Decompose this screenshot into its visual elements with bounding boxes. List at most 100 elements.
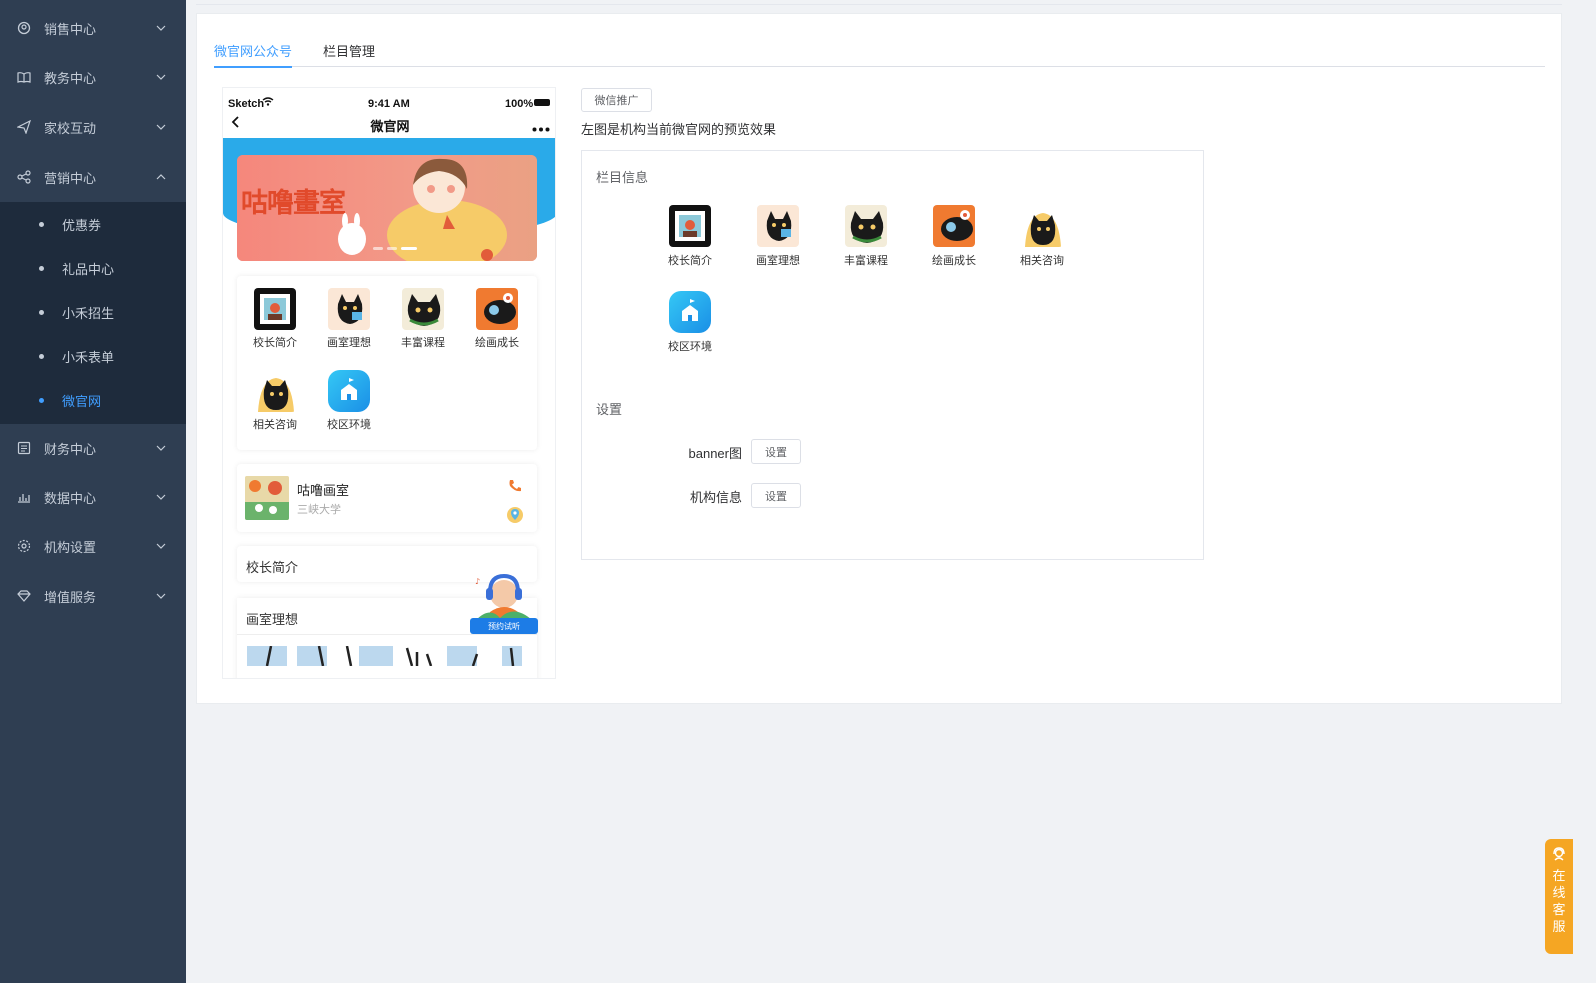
grid-item-growth[interactable]: 绘画成长 [467,288,527,350]
grid-label: 丰富课程 [401,337,445,349]
submenu-enroll-label: 小禾招生 [62,305,115,321]
cat-growth-icon [476,288,518,330]
column-item-consult[interactable]: 相关咨询 [1012,205,1072,268]
cat-courses-icon [845,205,887,247]
submenu-gift[interactable]: 礼品中心 [0,246,186,290]
org-setting-button[interactable]: 设置 [751,483,801,508]
service-char: 客 [1552,902,1566,917]
submenu-enroll[interactable]: 小禾招生 [0,290,186,334]
column-item-principal[interactable]: 校长简介 [660,205,720,268]
column-item-ideal[interactable]: 画室理想 [748,205,808,268]
cat-consult-icon [254,370,296,412]
cat-consult-icon [1021,205,1063,247]
principal-thumb-icon [254,288,296,330]
phone-navbar: 微官网 [223,110,555,136]
wechat-promo-button[interactable]: 微信推广 [581,88,652,112]
online-service-button[interactable]: 在 线 客 服 [1545,839,1573,954]
submenu-microsite-label: 微官网 [62,393,102,409]
menu-value-added[interactable]: 增值服务 [0,571,186,621]
wifi-icon [262,97,274,109]
battery-label: 100% [505,98,534,110]
section-image-icon [247,646,522,666]
submenu-microsite[interactable]: 微官网 [0,378,186,422]
menu-org-settings[interactable]: 机构设置 [0,521,186,571]
nav-title: 微官网 [370,119,410,134]
grid-item-principal[interactable]: 校长简介 [245,288,305,350]
phone-preview: Sketch 9:41 AM 100% 微官网 咕噜畫室 校长简介 画室理想 丰… [222,87,556,679]
banner-image[interactable]: 咕噜畫室 [237,155,537,261]
column-grid: 校长简介 画室理想 丰富课程 绘画成长 相关咨询 校区环境 [237,276,537,450]
tab-bar: 微官网公众号 栏目管理 [214,38,1545,68]
chevron-down-icon [156,541,166,551]
menu-sales[interactable]: 销售中心 [0,3,186,53]
submenu-form-label: 小禾表单 [62,349,115,365]
grid-item-courses[interactable]: 丰富课程 [393,288,453,350]
illustration-girl-icon [338,158,507,261]
section-title: 画室理想 [246,612,299,627]
submenu-coupon-label: 优惠券 [62,217,102,233]
menu-home-school[interactable]: 家校互动 [0,102,186,152]
menu-academic-label: 教务中心 [44,70,97,86]
chevron-down-icon [156,591,166,601]
columns-header: 栏目信息 [596,170,649,185]
column-item-courses[interactable]: 丰富课程 [836,205,896,268]
menu-org-settings-label: 机构设置 [44,539,97,555]
campus-icon [669,291,711,333]
trial-booking-label: 预约试听 [470,618,538,634]
phone-call-icon[interactable] [507,478,523,497]
tab-wechat-site[interactable]: 微官网公众号 [214,41,293,68]
settings-header: 设置 [596,402,623,417]
menu-marketing[interactable]: 营销中心 [0,152,186,202]
org-info-card[interactable]: 咕噜画室 三峡大学 [237,464,537,532]
headset-icon [1552,847,1566,865]
submenu-coupon[interactable]: 优惠券 [0,202,186,246]
menu-data-label: 数据中心 [44,490,97,506]
banner-setting-button[interactable]: 设置 [751,439,801,464]
campus-icon [328,370,370,412]
grid-item-ideal[interactable]: 画室理想 [319,288,379,350]
cat-paint-icon [757,205,799,247]
book-icon [17,70,31,84]
chevron-down-icon [156,72,166,82]
status-bar: Sketch 9:41 AM 100% [223,88,555,110]
grid-label: 绘画成长 [475,337,519,349]
column-label: 绘画成长 [932,255,976,267]
menu-finance[interactable]: 财务中心 [0,423,186,473]
trial-booking-button[interactable]: ♪ 预约试听 [470,572,538,634]
tab-column-manage[interactable]: 栏目管理 [323,41,375,67]
chevron-down-icon [156,23,166,33]
column-item-growth[interactable]: 绘画成长 [924,205,984,268]
org-photo-icon [245,476,289,520]
chevron-down-icon [156,443,166,453]
cat-paint-icon [328,288,370,330]
sidebar: 销售中心 教务中心 家校互动 营销中心 优惠券 礼品中心 小禾招生 小禾表单 微… [0,0,186,983]
settings-panel: 栏目信息 校长简介 画室理想 丰富课程 绘画成长 相关咨询 校区环境 设置 ba… [581,150,1204,560]
chevron-down-icon [156,492,166,502]
svg-text:♪: ♪ [475,577,480,586]
location-icon[interactable] [506,506,524,527]
battery-icon [534,99,550,106]
carrier-label: Sketch [228,98,265,110]
cat-courses-icon [402,288,444,330]
send-icon [17,120,31,134]
service-char: 在 [1552,868,1566,883]
gear-icon [17,539,31,553]
principal-thumb-icon [669,205,711,247]
more-icon[interactable] [532,120,550,135]
column-item-campus[interactable]: 校区环境 [660,291,720,354]
menu-data[interactable]: 数据中心 [0,472,186,522]
column-label: 相关咨询 [1020,255,1064,267]
grid-item-campus[interactable]: 校区环境 [319,370,379,432]
time-label: 9:41 AM [368,98,410,110]
org-setting-label: 机构信息 [689,490,742,505]
menu-finance-label: 财务中心 [44,441,97,457]
cat-growth-icon [933,205,975,247]
chevron-up-icon [156,172,166,182]
column-label: 校区环境 [668,341,712,353]
grid-item-consult[interactable]: 相关咨询 [245,370,305,432]
service-char: 服 [1552,919,1566,934]
menu-home-school-label: 家校互动 [44,120,97,136]
submenu-form[interactable]: 小禾表单 [0,334,186,378]
sales-icon [17,21,31,35]
menu-academic[interactable]: 教务中心 [0,52,186,102]
